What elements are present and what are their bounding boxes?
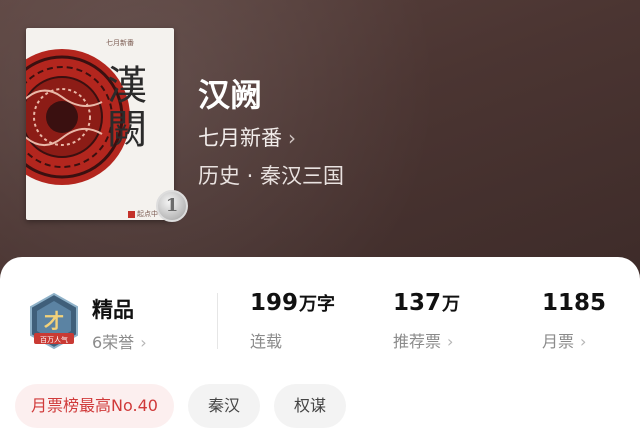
- honor-count-link[interactable]: 6荣誉 ›: [92, 329, 147, 353]
- book-header: 七月新番 漢闕 起点中 1 汉阙 七月新番 › 历史 · 秦汉三国: [0, 0, 640, 290]
- stat-word-count: 199万字 连载: [250, 290, 335, 352]
- tag-quanmou[interactable]: 权谋: [273, 384, 346, 428]
- volume-badge: 1: [156, 190, 188, 222]
- honor-level: 精品: [92, 298, 134, 322]
- honor-badge-icon[interactable]: 才 百万人气: [28, 292, 80, 350]
- stat-label: 连载: [250, 332, 283, 351]
- stat-label: 月票: [542, 332, 575, 351]
- cover-publisher-logo: 起点中: [128, 209, 158, 219]
- cover-author-text: 七月新番: [106, 39, 134, 47]
- stat-recommend-votes[interactable]: 137万 推荐票 ›: [393, 290, 460, 352]
- badge-caption: 百万人气: [40, 335, 68, 344]
- honor-count: 6荣誉: [92, 333, 135, 352]
- tag-monthly-rank[interactable]: 月票榜最高No.40: [15, 384, 174, 428]
- chevron-right-icon: ›: [447, 332, 454, 351]
- book-cover[interactable]: 七月新番 漢闕 起点中: [26, 28, 174, 220]
- stat-unit: 万: [442, 294, 461, 315]
- chevron-right-icon: ›: [140, 333, 147, 352]
- svg-text:才: 才: [44, 309, 64, 333]
- author-link[interactable]: 七月新番 ›: [198, 122, 296, 152]
- book-title: 汉阙: [198, 76, 263, 114]
- tag-list: 月票榜最高No.40 秦汉 权谋: [15, 384, 346, 428]
- stat-value: 137: [393, 290, 442, 316]
- stat-value: 1185: [542, 290, 607, 316]
- book-info-card: 才 百万人气 精品 6荣誉 › 199万字 连载 137万 推荐票 › 1185 月…: [0, 257, 640, 441]
- chevron-right-icon: ›: [580, 332, 587, 351]
- book-genre: 历史 · 秦汉三国: [198, 164, 345, 188]
- author-name: 七月新番: [198, 126, 282, 150]
- tag-qinhan[interactable]: 秦汉: [187, 384, 260, 428]
- divider: [217, 293, 218, 349]
- stat-value: 199: [250, 290, 299, 316]
- cover-title-text: 漢闕: [100, 64, 146, 152]
- stat-monthly-votes[interactable]: 1185 月票 ›: [542, 290, 606, 352]
- chevron-right-icon: ›: [288, 126, 296, 150]
- stat-label: 推荐票: [393, 332, 442, 351]
- stat-unit: 万字: [299, 294, 336, 315]
